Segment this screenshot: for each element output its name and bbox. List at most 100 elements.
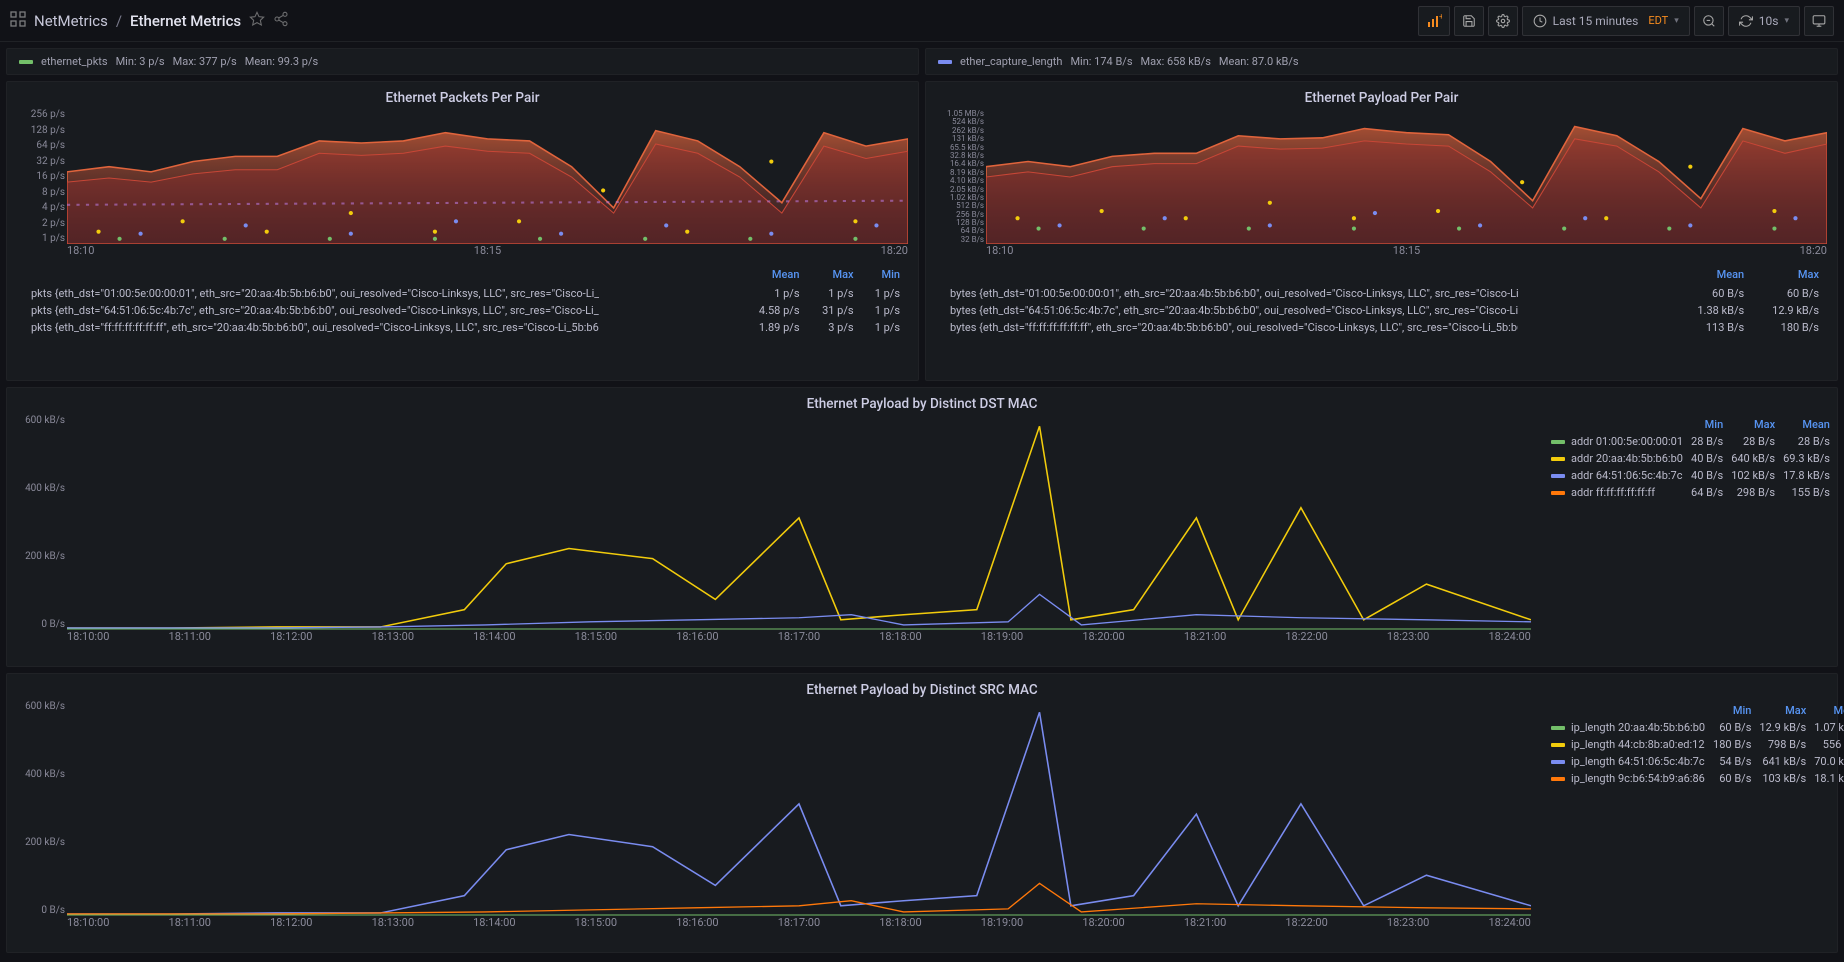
series-label: bytes {eth_dst="ff:ff:ff:ff:ff:ff", eth_… (950, 321, 1518, 334)
legend-row[interactable]: pkts {eth_dst="01:00:5e:00:00:01", eth_s… (19, 285, 906, 302)
legend-row[interactable]: bytes {eth_dst="64:51:06:5c:4b:7c", eth_… (938, 302, 1825, 319)
series-swatch (938, 60, 952, 64)
chart-area[interactable]: 600 kB/s400 kB/s200 kB/s0 B/s 18:10:00 18… (7, 416, 1541, 646)
refresh-interval-label: 10s (1759, 14, 1779, 28)
axis-tick: 18:23:00 (1387, 630, 1429, 646)
panel-title: Ethernet Payload Per Pair (926, 82, 1837, 110)
legend-header[interactable] (1547, 702, 1709, 719)
series-swatch (1551, 457, 1565, 461)
legend-value: 1 p/s (806, 285, 860, 302)
panel-payload-per-pair[interactable]: Ethernet Payload Per Pair 1.05 MB/s524 k… (925, 81, 1838, 381)
legend-header[interactable]: Mean (1810, 702, 1844, 719)
series-swatch (19, 60, 33, 64)
axis-tick: 18:15:00 (575, 916, 617, 932)
legend-value: 28 B/s (1727, 433, 1779, 450)
plot[interactable] (67, 110, 908, 244)
chart-area[interactable]: 1.05 MB/s524 kB/s262 kB/s131 kB/s65.5 kB… (926, 110, 1837, 260)
legend-row[interactable]: ip_length 64:51:06:5c:4b:7c54 B/s641 kB/… (1547, 753, 1844, 770)
series-label: addr 64:51:06:5c:4b:7c (1571, 469, 1683, 482)
breadcrumb-folder[interactable]: NetMetrics (34, 12, 108, 30)
legend-row[interactable]: pkts {eth_dst="ff:ff:ff:ff:ff:ff", eth_s… (19, 319, 906, 336)
tv-mode-button[interactable] (1804, 6, 1834, 36)
legend-header[interactable]: Max (1727, 416, 1779, 433)
series-name[interactable]: ethernet_pkts (41, 55, 108, 68)
plot[interactable] (67, 416, 1531, 630)
series-swatch (1551, 743, 1565, 747)
legend-row[interactable]: pkts {eth_dst="64:51:06:5c:4b:7c", eth_s… (19, 302, 906, 319)
zoom-out-button[interactable] (1694, 6, 1724, 36)
legend-header[interactable] (19, 264, 740, 285)
breadcrumb-title[interactable]: Ethernet Metrics (130, 12, 241, 30)
panels-grid: ethernet_pkts Min: 3 p/s Max: 377 p/s Me… (0, 42, 1844, 959)
plot[interactable] (986, 110, 1827, 244)
legend-header[interactable]: Min (860, 264, 906, 285)
axis-tick: 4 p/s (15, 203, 65, 213)
star-icon[interactable] (249, 11, 265, 31)
legend-table: MeanMaxbytes {eth_dst="01:00:5e:00:00:01… (926, 260, 1837, 342)
axis-tick: 2 p/s (15, 219, 65, 229)
panel-payload-dst-mac[interactable]: Ethernet Payload by Distinct DST MAC 600… (6, 387, 1838, 667)
time-range-label: Last 15 minutes (1553, 14, 1639, 28)
legend-row[interactable]: bytes {eth_dst="01:00:5e:00:00:01", eth_… (938, 285, 1825, 302)
chart-area[interactable]: 256 p/s128 p/s64 p/s32 p/s16 p/s8 p/s4 p… (7, 110, 918, 260)
series-swatch (1551, 760, 1565, 764)
legend-value: 180 B/s (1709, 736, 1755, 753)
legend-row[interactable]: ip_length 20:aa:4b:5b:b6:b060 B/s12.9 kB… (1547, 719, 1844, 736)
add-panel-button[interactable]: + (1418, 6, 1450, 36)
dashboard-grid-icon[interactable] (10, 11, 26, 31)
legend-value: 180 B/s (1750, 319, 1825, 336)
legend-value: 12.9 kB/s (1750, 302, 1825, 319)
y-axis: 600 kB/s400 kB/s200 kB/s0 B/s (15, 702, 65, 916)
legend-row[interactable]: ip_length 44:cb:8b:a0:ed:12180 B/s798 B/… (1547, 736, 1844, 753)
time-range-picker[interactable]: Last 15 minutes EDT ▾ (1522, 6, 1690, 36)
panel-payload-src-mac[interactable]: Ethernet Payload by Distinct SRC MAC 600… (6, 673, 1838, 953)
series-name[interactable]: ether_capture_length (960, 55, 1062, 68)
legend-header[interactable]: Max (806, 264, 860, 285)
chart-area[interactable]: 600 kB/s400 kB/s200 kB/s0 B/s 18:10:0018… (7, 702, 1541, 932)
legend-header[interactable]: Min (1687, 416, 1727, 433)
legend-header[interactable]: Max (1755, 702, 1810, 719)
stat-mean: Mean: 99.3 p/s (245, 55, 318, 68)
legend-row[interactable]: ip_length 9c:b6:54:b9:a6:8660 B/s103 kB/… (1547, 770, 1844, 787)
stat-mean: Mean: 87.0 kB/s (1219, 55, 1299, 68)
axis-tick: 18:15 (474, 244, 501, 260)
save-button[interactable] (1454, 6, 1484, 36)
stat-min: Min: 3 p/s (116, 55, 165, 68)
legend-value: 28 B/s (1687, 433, 1727, 450)
legend-row[interactable]: addr 64:51:06:5c:4b:7c40 B/s102 kB/s17.8… (1547, 467, 1834, 484)
panel-packets-per-pair[interactable]: Ethernet Packets Per Pair 256 p/s128 p/s… (6, 81, 919, 381)
series-label: pkts {eth_dst="ff:ff:ff:ff:ff:ff", eth_s… (31, 321, 599, 334)
legend-value: 641 kB/s (1755, 753, 1810, 770)
legend-header[interactable] (1547, 416, 1687, 433)
legend-header[interactable]: Mean (740, 264, 805, 285)
side-legend: MinMaxMeanaddr 01:00:5e:00:00:0128 B/s28… (1547, 416, 1827, 501)
settings-button[interactable] (1488, 6, 1518, 36)
legend-value: 1 p/s (860, 285, 906, 302)
legend-row[interactable]: addr ff:ff:ff:ff:ff:ff64 B/s298 B/s155 B… (1547, 484, 1834, 501)
series-swatch (1551, 777, 1565, 781)
axis-tick: 256 p/s (15, 110, 65, 120)
legend-value: 1 p/s (860, 302, 906, 319)
legend-value: 298 B/s (1727, 484, 1779, 501)
legend-header[interactable]: Max (1750, 264, 1825, 285)
series-label: pkts {eth_dst="64:51:06:5c:4b:7c", eth_s… (31, 304, 599, 317)
axis-tick: 16 p/s (15, 172, 65, 182)
legend-header[interactable] (938, 264, 1675, 285)
legend-row[interactable]: addr 20:aa:4b:5b:b6:b040 B/s640 kB/s69.3… (1547, 450, 1834, 467)
axis-tick: 18:15:00 (575, 630, 617, 646)
legend-header[interactable]: Mean (1779, 416, 1834, 433)
legend-row[interactable]: bytes {eth_dst="ff:ff:ff:ff:ff:ff", eth_… (938, 319, 1825, 336)
chevron-down-icon: ▾ (1674, 16, 1679, 26)
plot[interactable] (67, 702, 1531, 916)
svg-text:+: + (1439, 13, 1442, 21)
y-axis: 600 kB/s400 kB/s200 kB/s0 B/s (15, 416, 65, 630)
legend-header[interactable]: Min (1709, 702, 1755, 719)
legend-row[interactable]: addr 01:00:5e:00:00:0128 B/s28 B/s28 B/s (1547, 433, 1834, 450)
share-icon[interactable] (273, 11, 289, 31)
legend-header[interactable]: Mean (1675, 264, 1750, 285)
legend-value: 40 B/s (1687, 467, 1727, 484)
axis-tick: 18:10:00 (67, 630, 109, 646)
refresh-button[interactable]: 10s ▾ (1728, 6, 1800, 36)
series-swatch (1551, 726, 1565, 730)
legend-value: 28 B/s (1779, 433, 1834, 450)
